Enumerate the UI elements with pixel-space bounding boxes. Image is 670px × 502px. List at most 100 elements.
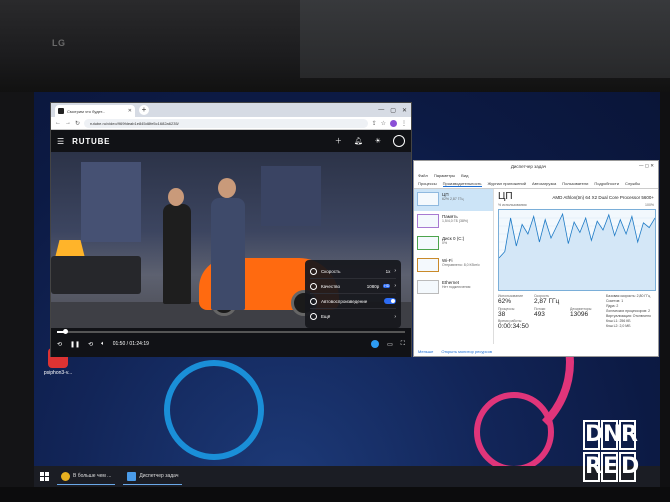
chevron-right-icon: ›: [394, 268, 396, 274]
progress-bar[interactable]: [57, 329, 405, 334]
menu-view[interactable]: Вид: [461, 173, 468, 178]
disk-mini-graph: [417, 236, 439, 250]
minimize-icon[interactable]: — ▢ ✕: [639, 163, 654, 169]
fewer-details-link[interactable]: Меньше: [418, 349, 433, 354]
memory-mini-graph: [417, 214, 439, 228]
taskbar: В больше чем ... Диспетчер задач: [34, 466, 660, 487]
close-tab-icon[interactable]: ✕: [128, 108, 132, 114]
volume-icon[interactable]: 🔈︎: [101, 341, 105, 348]
url-input[interactable]: rutube.ru/video/969fdeab1e845d8fe5c1682a…: [84, 118, 368, 128]
windows-start-icon[interactable]: [40, 472, 49, 481]
replay-icon[interactable]: ⟲: [57, 341, 62, 348]
watermark-letter: R: [583, 452, 602, 482]
time-display: 01:50 / 01:24:19: [112, 341, 149, 347]
user-account-icon[interactable]: [393, 135, 405, 147]
quality-setting[interactable]: Качество 1080p HD ›: [310, 279, 396, 294]
person-center-head: [218, 178, 236, 198]
profile-avatar[interactable]: [390, 119, 397, 127]
chevron-right-icon: ›: [394, 313, 396, 320]
bezel-glare: [300, 0, 670, 78]
menu-options[interactable]: Параметры: [434, 173, 455, 178]
resource-monitor-link[interactable]: Открыть монитор ресурсов: [441, 349, 492, 354]
more-setting[interactable]: Ещё ›: [310, 309, 396, 324]
task-manager-footer: Меньше Открыть монитор ресурсов: [418, 349, 492, 354]
speed-value: 1x: [385, 268, 391, 274]
rutube-header: ☰ RUTUBE ＋ 🔔︎ ☀: [51, 130, 411, 152]
hamburger-menu-icon[interactable]: ☰: [57, 137, 64, 146]
tab-startup[interactable]: Автозагрузка: [532, 181, 556, 186]
task-manager-window: Диспетчер задач — ▢ ✕ Файл Параметры Вид…: [413, 160, 659, 357]
sidebar-item-wifi[interactable]: Wi-Fi Отправлено: 8,0 Кбит/с: [414, 255, 493, 277]
monitor-bezel-bottom: [0, 487, 670, 502]
rutube-logo[interactable]: RUTUBE: [72, 137, 110, 146]
more-icon: [310, 313, 317, 320]
rewind-icon[interactable]: ⟲: [88, 341, 93, 348]
sidebar-item-cpu[interactable]: ЦП 62% 2,87 ГГц: [414, 189, 493, 211]
share-icon[interactable]: ⇪: [372, 120, 377, 127]
autoplay-setting[interactable]: Автовоспроизведение: [310, 294, 396, 309]
cpu-stats: Использование 62% Скорость 2,87 ГГц Базова…: [498, 294, 654, 330]
sidebar-item-sub: Нет подключения: [442, 285, 471, 289]
cpu-usage-svg: [498, 212, 656, 290]
sidebar-item-disk[interactable]: Диск 0 (C:) 0%: [414, 233, 493, 255]
garage-wall-panel: [81, 162, 141, 242]
autoplay-toggle[interactable]: [384, 298, 396, 304]
taskbar-app-browser[interactable]: В больше чем ...: [57, 468, 116, 485]
garage-wall-panel: [261, 166, 321, 226]
monitor-bezel-top: LG: [0, 0, 670, 92]
player-settings-menu: Скорость 1x › Качество 1080p HD › Автово…: [305, 260, 401, 328]
reload-icon[interactable]: ↻: [75, 120, 80, 127]
minimize-icon[interactable]: —: [378, 107, 384, 114]
cpu-heading: ЦП: [498, 191, 513, 202]
bookmark-star-icon[interactable]: ☆: [381, 120, 386, 127]
pause-icon[interactable]: ❚❚: [70, 341, 80, 348]
speed-setting[interactable]: Скорость 1x ›: [310, 264, 396, 279]
handles-value: 13096: [570, 311, 589, 318]
processes-value: 38: [498, 311, 506, 318]
video-frame[interactable]: Скорость 1x › Качество 1080p HD › Автово…: [51, 152, 411, 328]
forward-icon[interactable]: →: [65, 120, 71, 126]
browser-menu-icon[interactable]: ⋮: [401, 120, 407, 127]
taskbar-app-taskmgr[interactable]: Диспетчер задач: [123, 468, 183, 485]
theme-sun-icon[interactable]: ☀: [375, 137, 381, 145]
uptime-value: 0:00:34:50: [498, 323, 529, 330]
maximize-icon[interactable]: ▢: [390, 107, 396, 114]
tab-processes[interactable]: Процессы: [418, 181, 437, 186]
monitor-bezel-left: [0, 92, 34, 502]
tab-details[interactable]: Подробности: [594, 181, 619, 186]
fullscreen-icon[interactable]: ⛶: [401, 341, 405, 348]
progress-knob[interactable]: [62, 329, 68, 334]
graph-label: % использования: [498, 203, 527, 207]
back-icon[interactable]: ←: [55, 120, 61, 126]
sidebar-item-ethernet[interactable]: Ethernet Нет подключения: [414, 277, 493, 299]
new-tab-button[interactable]: +: [139, 105, 149, 115]
tab-users[interactable]: Пользователи: [562, 181, 588, 186]
sidebar-item-memory[interactable]: Память 1,5/4,0 ГБ (38%): [414, 211, 493, 233]
more-label: Ещё: [321, 314, 331, 319]
watermark-line-1: DNR: [583, 420, 657, 450]
pip-icon[interactable]: ▭: [387, 341, 393, 348]
cpu-usage-graph: [498, 209, 656, 291]
sofa: [51, 256, 141, 294]
cpu-side-info: Базовая скорость: 2,80 ГГц Сокетов: 1 Яд…: [606, 294, 654, 329]
rutube-favicon-icon: [58, 108, 64, 114]
sidebar-item-sub: 0%: [442, 241, 448, 245]
address-bar: ← → ↻ rutube.ru/video/969fdeab1e845d8fe5…: [51, 117, 411, 130]
notifications-bell-icon[interactable]: 🔔︎: [354, 137, 363, 145]
speed-value: 2,87 ГГц: [534, 298, 560, 305]
watermark-letter: E: [601, 452, 618, 482]
threads-value: 493: [534, 311, 545, 318]
watermark-letter: D: [619, 452, 639, 482]
browser-tab[interactable]: Смотрим что будет... ✕: [55, 105, 135, 117]
tab-services[interactable]: Службы: [625, 181, 640, 186]
close-window-icon[interactable]: ✕: [402, 107, 407, 114]
settings-active-icon[interactable]: [371, 340, 380, 348]
menu-file[interactable]: Файл: [418, 173, 428, 178]
tab-app-history[interactable]: Журнал приложений: [488, 181, 526, 186]
utilization-value: 62%: [498, 298, 512, 305]
tab-performance[interactable]: Производительность: [442, 181, 482, 187]
add-video-icon[interactable]: ＋: [335, 136, 342, 146]
quality-label: Качество: [321, 283, 341, 289]
wifi-mini-graph: [417, 258, 439, 272]
person-left: [163, 204, 191, 304]
